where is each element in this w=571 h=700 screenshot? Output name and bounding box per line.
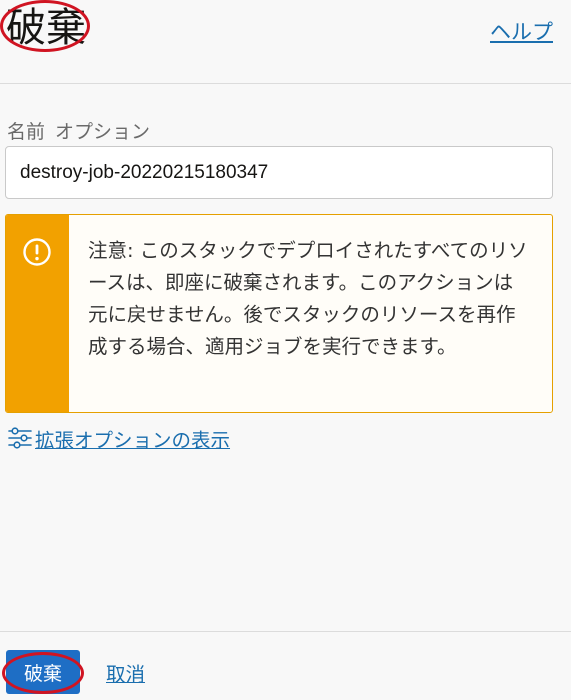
- cancel-link[interactable]: 取消: [106, 658, 145, 687]
- show-advanced-options-link[interactable]: 拡張オプションの表示: [7, 424, 230, 452]
- page-title: 破棄: [6, 5, 86, 51]
- name-input[interactable]: [5, 146, 553, 199]
- panel-footer: 破棄 取消: [0, 631, 571, 700]
- destroy-button[interactable]: 破棄: [6, 650, 80, 694]
- warning-accent-bar: [6, 215, 69, 412]
- title-wrap: 破棄: [0, 0, 94, 56]
- sliders-icon: [8, 427, 32, 449]
- name-label: 名前: [7, 121, 46, 143]
- show-advanced-options-label[interactable]: 拡張オプションの表示: [35, 424, 230, 453]
- destroy-panel: 破棄 ヘルプ 名前オプション 注意: このスタックでデプロイされたすべてのリソー…: [0, 0, 571, 700]
- warning-text: 注意: このスタックでデプロイされたすべてのリソースは、即座に破棄されます。この…: [88, 239, 528, 358]
- destroy-button-wrap: 破棄: [2, 646, 84, 698]
- optional-label: オプション: [55, 121, 151, 143]
- warning-message: 注意: このスタックでデプロイされたすべてのリソースは、即座に破棄されます。この…: [5, 214, 553, 413]
- exclamation-circle-icon: [23, 238, 51, 266]
- name-field-label: 名前 オプション: [7, 117, 150, 144]
- panel-header: 破棄 ヘルプ: [0, 0, 571, 84]
- help-link[interactable]: ヘルプ: [490, 16, 553, 46]
